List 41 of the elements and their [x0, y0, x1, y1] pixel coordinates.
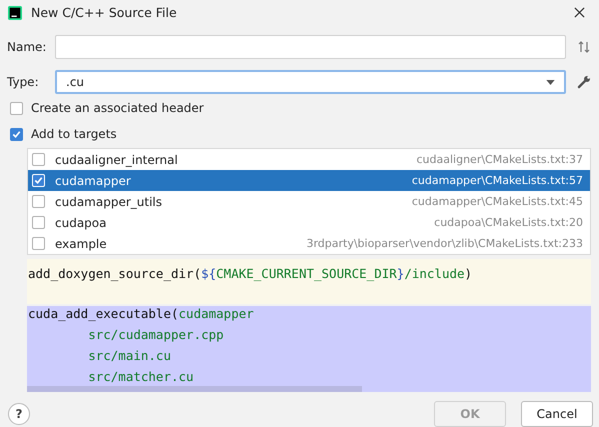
target-row[interactable]: example 3rdparty\bioparser\vendor\zlib\CMakeLists.txt:233 [28, 233, 590, 254]
name-label: Name: [7, 40, 48, 54]
target-name: cudaaligner_internal [55, 152, 179, 166]
help-button[interactable]: ? [8, 403, 30, 425]
wrench-icon[interactable] [577, 75, 591, 89]
target-name: cudamapper [55, 174, 132, 188]
type-label: Type: [7, 75, 40, 89]
code-line: add_doxygen_source_dir(${CMAKE_CURRENT_SOURCE_DIR}/include) [27, 265, 474, 283]
target-row[interactable]: cudamapper_utils cudamapper\CMakeLists.txt:45 [28, 191, 590, 212]
target-name: example [55, 236, 108, 250]
checkbox[interactable] [32, 195, 45, 208]
code-line: src/main.cu [87, 348, 171, 364]
target-path: cudamapper\CMakeLists.txt:57 [412, 174, 583, 187]
checkbox[interactable] [32, 216, 45, 229]
target-path: 3rdparty\bioparser\vendor\zlib\CMakeLists.txt:233 [306, 237, 583, 250]
target-row[interactable]: cudaaligner_internal cudaaligner\CMakeLists.txt:37 [28, 149, 590, 170]
target-path: cudapoa\CMakeLists.txt:20 [434, 216, 583, 229]
target-row[interactable]: cudamapper cudamapper\CMakeLists.txt:57 [28, 170, 590, 191]
app-logo-icon [8, 6, 22, 20]
target-row[interactable]: cudapoa cudapoa\CMakeLists.txt:20 [28, 212, 590, 233]
checkbox[interactable] [32, 237, 45, 250]
scrollbar[interactable] [27, 386, 362, 392]
checkbox[interactable] [32, 153, 45, 166]
close-icon[interactable] [574, 7, 585, 18]
type-dropdown[interactable]: .cu [55, 70, 566, 94]
window-title: New C/C++ Source File [31, 5, 178, 20]
target-path: cudaaligner\CMakeLists.txt:37 [416, 153, 583, 166]
target-path: cudamapper\CMakeLists.txt:45 [412, 195, 583, 208]
caret-icon [546, 80, 555, 84]
cancel-button[interactable]: Cancel [521, 401, 593, 427]
code-line: src/matcher.cu [87, 369, 194, 385]
checkbox-label: Create an associated header [31, 101, 204, 115]
checkbox-label: Add to targets [31, 127, 117, 141]
name-field[interactable] [55, 35, 566, 59]
target-name: cudamapper_utils [55, 194, 163, 208]
code-line: src/cudamapper.cpp [87, 327, 224, 343]
sort-icon[interactable] [577, 40, 591, 54]
checkbox[interactable] [10, 102, 23, 114]
target-name: cudapoa [55, 216, 108, 230]
code-line: cuda_add_executable(cudamapper [27, 306, 254, 322]
checkbox[interactable] [10, 128, 23, 140]
